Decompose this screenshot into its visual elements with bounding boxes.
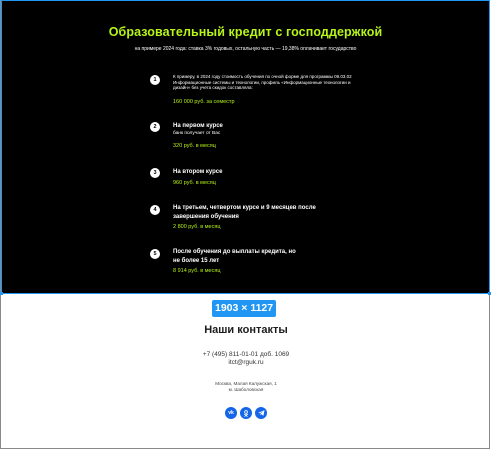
step-5-price: 8 914 руб. в месяц — [173, 268, 221, 274]
step-2-sub: банк получает от Вас — [173, 131, 221, 136]
credit-subtitle: на примере 2024 года: ставка 3% годовых,… — [134, 46, 357, 52]
contacts-title: Наши контакты — [204, 324, 288, 336]
step-1-number: 1 — [150, 75, 160, 85]
ok-icon[interactable] — [240, 407, 252, 419]
resize-handle-bottom-left[interactable] — [0, 292, 3, 295]
credit-title: Образовательный кредит с господдержкой — [108, 25, 383, 39]
ok-glyph — [243, 409, 249, 417]
social-links: vk — [0, 407, 492, 419]
step-1-price: 160 000 руб. за семестр — [173, 99, 235, 105]
contact-address: Москва, Малая Калужская, 1 — [215, 381, 277, 386]
vk-icon[interactable]: vk — [225, 407, 237, 419]
telegram-icon[interactable] — [255, 407, 267, 419]
step-2-number: 2 — [150, 122, 160, 132]
step-2-text: На первом курсе — [173, 123, 223, 129]
credit-section[interactable]: Образовательный кредит с господдержкой н… — [1, 0, 490, 294]
size-badge: 1903 × 1127 — [212, 300, 277, 317]
contact-email[interactable]: itct@rguk.ru — [0, 359, 492, 366]
step-5-number: 5 — [150, 249, 160, 259]
step-4-number: 4 — [150, 205, 160, 215]
step-4-text: На третьем, четвертом курсе и 9 месяцев … — [173, 205, 316, 220]
step-5-text: После обучения до выплаты кредита, но не… — [173, 249, 296, 264]
step-2-price: 320 руб. в месяц — [173, 143, 216, 149]
step-4-price: 2 800 руб. в месяц — [173, 224, 221, 230]
contact-phone[interactable]: +7 (495) 811-01-01 доб. 1069 — [0, 351, 492, 358]
step-3-number: 3 — [150, 168, 160, 178]
step-1-text: К примеру, в 2024 году стоимость обучени… — [173, 74, 352, 91]
telegram-glyph — [257, 410, 264, 416]
step-3-price: 960 руб. в месяц — [173, 180, 216, 186]
contact-metro: м. Шаболовская — [228, 387, 264, 392]
step-3-text: На втором курсе — [173, 169, 223, 175]
resize-handle-bottom-right[interactable] — [488, 292, 491, 295]
